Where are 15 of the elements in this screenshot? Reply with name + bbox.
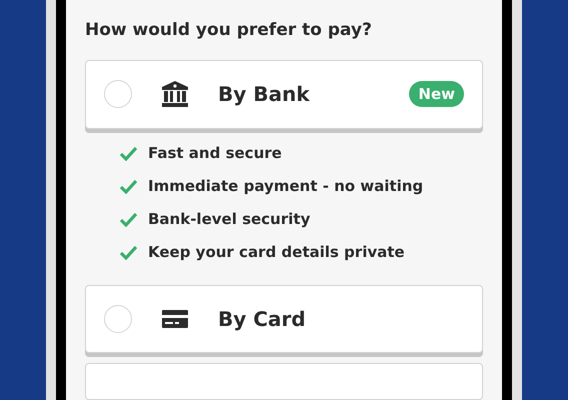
feature-text: Keep your card details private [148, 243, 405, 262]
option-label: By Card [218, 307, 307, 332]
option-label: By Bank [218, 82, 311, 106]
feature-text: Fast and secure [148, 144, 282, 162]
radio-button[interactable] [104, 80, 132, 108]
radio-button[interactable] [104, 305, 132, 334]
feature-text: Immediate payment - no waiting [148, 177, 424, 196]
bank-icon [161, 80, 189, 108]
checkmark-icon [119, 212, 138, 227]
checkmark-icon [119, 146, 138, 161]
feature-text: Bank-level security [148, 210, 310, 228]
checkmark-icon [119, 244, 138, 260]
new-badge: New [409, 81, 464, 108]
question-heading: How would you prefer to pay? [85, 19, 373, 42]
checkmark-icon [119, 178, 138, 194]
